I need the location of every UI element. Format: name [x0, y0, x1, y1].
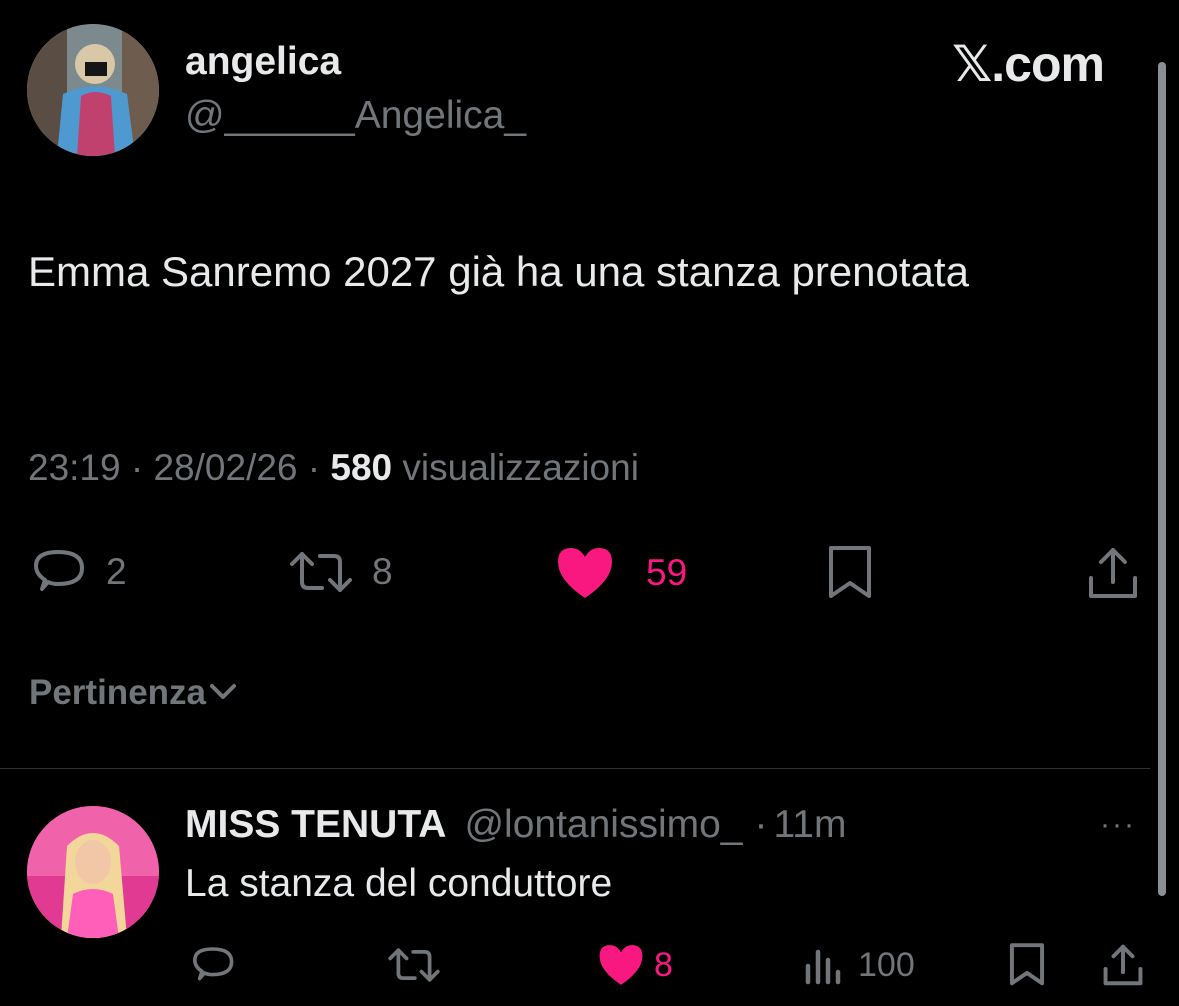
- views-count: 580: [330, 447, 393, 488]
- reply-like-button[interactable]: 8: [596, 942, 673, 988]
- reply-share-button[interactable]: [1100, 942, 1146, 988]
- tweet-text: Emma Sanremo 2027 già ha una stanza pren…: [28, 248, 969, 295]
- divider: [0, 768, 1150, 769]
- reply-views-button[interactable]: 100: [804, 942, 915, 988]
- retweet-count: 8: [372, 551, 393, 592]
- reply-header: MISS TENUTA @lontanissimo_ · 11m: [185, 803, 846, 847]
- bookmark-icon: [825, 544, 875, 602]
- reply-avatar[interactable]: [27, 806, 159, 938]
- retweet-icon: [286, 544, 356, 600]
- meta-separator: ·: [120, 447, 154, 488]
- heart-icon: [554, 544, 616, 602]
- author-avatar[interactable]: [27, 24, 159, 156]
- share-icon: [1085, 544, 1141, 602]
- more-options-icon[interactable]: ···: [1100, 808, 1136, 842]
- share-icon: [1100, 942, 1146, 988]
- reply-text: La stanza del conduttore: [185, 862, 613, 905]
- reply-button[interactable]: 2: [30, 544, 127, 600]
- reply-time[interactable]: 11m: [774, 803, 847, 847]
- reply-retweet-button[interactable]: [385, 942, 443, 988]
- like-count: 59: [646, 552, 688, 593]
- retweet-icon: [385, 942, 443, 988]
- sort-label: Pertinenza: [29, 673, 206, 712]
- views-label: visualizzazioni: [392, 447, 639, 488]
- reply-icon: [30, 544, 90, 600]
- heart-icon: [596, 942, 646, 988]
- reply-like-count: 8: [654, 945, 673, 984]
- reply-bookmark-button[interactable]: [1006, 942, 1048, 988]
- tweet-time[interactable]: 23:19: [28, 447, 121, 488]
- bookmark-button[interactable]: [825, 544, 875, 602]
- reply-icon: [190, 942, 238, 988]
- reply-author-handle[interactable]: @lontanissimo_: [464, 803, 742, 847]
- views-icon: [804, 942, 844, 988]
- meta-separator: ·: [297, 447, 331, 488]
- sort-dropdown[interactable]: Pertinenza: [29, 673, 240, 713]
- reply-author-name[interactable]: MISS TENUTA: [185, 803, 446, 847]
- scrollbar[interactable]: [1158, 62, 1166, 896]
- reply-views-count: 100: [858, 945, 915, 984]
- bookmark-icon: [1006, 942, 1048, 988]
- share-button[interactable]: [1085, 544, 1141, 602]
- reply-reply-button[interactable]: [190, 942, 238, 988]
- tweet-meta: 23:19 · 28/02/26 · 580 visualizzazioni: [28, 447, 639, 489]
- like-button[interactable]: 59: [554, 544, 687, 602]
- reply-separator: ·: [754, 803, 768, 846]
- chevron-down-icon: [206, 673, 240, 713]
- x-logo: 𝕏.com: [952, 36, 1105, 92]
- author-name[interactable]: angelica: [185, 40, 341, 84]
- tweet-date[interactable]: 28/02/26: [153, 447, 297, 488]
- reply-count: 2: [106, 551, 127, 592]
- retweet-button[interactable]: 8: [286, 544, 393, 600]
- author-handle[interactable]: @______Angelica_: [185, 94, 526, 138]
